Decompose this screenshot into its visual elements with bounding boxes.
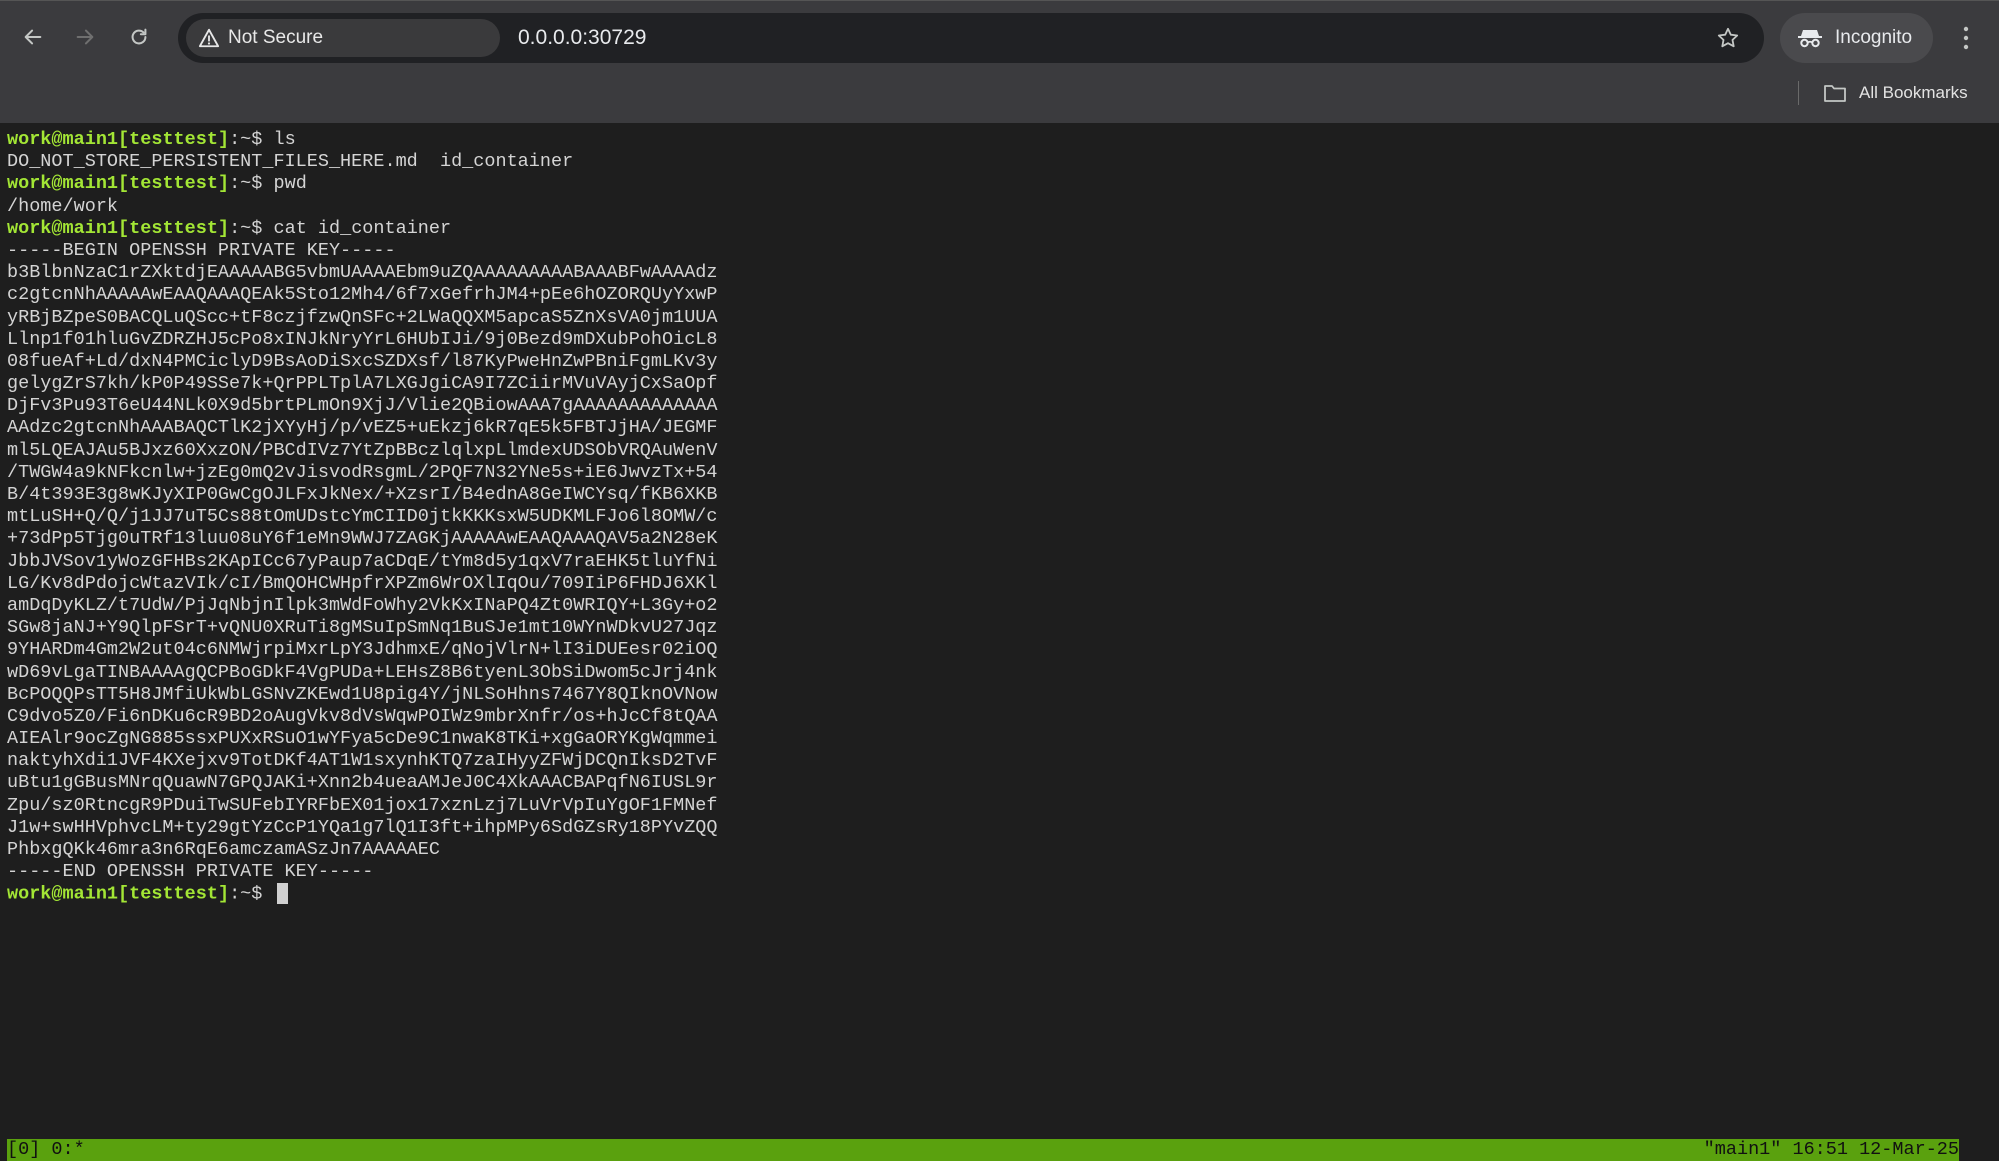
output-line: -----BEGIN OPENSSH PRIVATE KEY----- [7, 239, 396, 261]
tmux-status-bar: [0] 0:* "main1" 16:51 12-Mar-25 [7, 1139, 1959, 1161]
more-menu-icon[interactable] [1954, 25, 1978, 51]
terminal-pane[interactable]: work@main1[testtest]:~$ ls DO_NOT_STORE_P… [0, 123, 1999, 1161]
prompt-user: work@main1 [7, 129, 119, 150]
warning-icon [198, 28, 220, 48]
security-chip[interactable]: Not Secure [186, 19, 500, 57]
output-line: B/4t393E3g8wKJyXIP0GwCgOJLFxJkNex/+XzsrI… [7, 484, 718, 505]
output-line: /TWGW4a9kNFkcnlw+jzEg0mQ2vJisvodRsgmL/2P… [7, 461, 718, 483]
output-line: mtLuSH+Q/Q/j1JJ7uT5Cs88tOmUDstcYmCIID0jt… [7, 506, 718, 528]
output-line: AAdzc2gtcnNhAAABAQCTlK2jXYyHj/p/vEZ5+uEk… [7, 417, 718, 439]
output-line: amDqDyKLZ/t7UdW/PjJqNbjnIlpk3mWdFoWhy2Vk… [7, 594, 718, 616]
output-line: LG/Kv8dPdojcWtazVIk/cI/BmQOHCWHpfrXPZm6W… [7, 572, 718, 594]
prompt-user: work@main1 [7, 173, 119, 195]
output-line: -----END OPENSSH PRIVATE KEY----- [7, 861, 374, 883]
all-bookmarks-button[interactable]: All Bookmarks [1823, 81, 1968, 105]
output-line: /home/work [7, 195, 119, 217]
prompt-path: :~$ [229, 883, 274, 905]
security-label: Not Secure [228, 27, 324, 48]
output-line: c2gtcnNhAAAAAwEAAQAAAQEAk5Sto12Mh4/6f7xG… [7, 284, 718, 306]
prompt-line: work@main1[testtest]:~$ [7, 883, 718, 905]
reload-icon [131, 28, 147, 45]
command-text: pwd [273, 173, 307, 195]
output-line: C9dvo5Z0/Fi6nDKu6cR9BD2oAugVkv8dVsWqwPOI… [7, 705, 718, 727]
arrow-right-icon [76, 29, 94, 45]
output-line: b3BlbnNzaC1rZXktdjEAAAAABG5vbmUAAAAEbm9u… [7, 262, 718, 284]
browser-chrome: Not Secure 0.0.0.0:30729 Incognito All B… [0, 0, 1999, 123]
command-text: cat id_container [273, 217, 452, 239]
prompt-session: [testtest] [118, 217, 230, 239]
output-line: J1w+swHHVphvcLM+ty29gtYzCcP1YQa1g7lQ1I3f… [7, 816, 718, 838]
arrow-left-icon [24, 29, 42, 45]
output-line: naktyhXdi1JVF4KXejxv9TotDKf4AT1W1sxynhKT… [7, 750, 718, 772]
output-line: DjFv3Pu93T6eU44NLk0X9d5brtPLmOn9XjJ/Vlie… [7, 395, 718, 417]
output-line: gelygZrS7kh/kP0P49SSe7k+QrPPLTplA7LXGJgi… [7, 373, 718, 395]
output-line: 08fueAf+Ld/dxN4PMCiclyD9BsAoDiSxcSZDXsf/… [7, 350, 718, 372]
output-line: PhbxgQKk46mra3n6RqE6amczamASzJn7AAAAAEC [7, 839, 440, 860]
tmux-window-list: [0] 0:* [7, 1139, 85, 1160]
output-line: 9YHARDm4Gm2W2ut04c6NMWjrpiMxrLpY3JdhmxE/… [7, 639, 718, 661]
address-bar[interactable]: Not Secure 0.0.0.0:30729 [178, 13, 1764, 63]
prompt-user: work@main1 [7, 883, 119, 905]
incognito-icon [1798, 30, 1822, 48]
prompt-path: :~$ [229, 217, 274, 239]
prompt-session: [testtest] [118, 129, 230, 150]
output-line: uBtu1gGBusMNrqQuawN7GPQJAKi+Xnn2b4ueaAMJ… [7, 772, 718, 794]
prompt-line: work@main1[testtest]:~$ ls [7, 129, 718, 151]
folder-icon [1824, 85, 1846, 102]
command-text: ls [273, 129, 296, 150]
tmux-session-info: "main1" 16:51 12-Mar-25 [1703, 1139, 1959, 1160]
output-line: AIEAlr9ocZgNG885ssxPUXxRSuO1wYFya5cDe9C1… [7, 728, 718, 750]
output-line: Llnp1f01hluGvZDRZHJ5cPo8xINJkNryYrL6HUbI… [7, 328, 718, 350]
reload-button[interactable] [124, 22, 154, 52]
output-line: yRBjBZpeS0BACQLuQScc+tF8czjfzwQnSFc+2LWa… [7, 306, 718, 328]
output-line: DO_NOT_STORE_PERSISTENT_FILES_HERE.md id… [7, 151, 574, 173]
all-bookmarks-label: All Bookmarks [1859, 83, 1968, 102]
terminal-cursor [277, 883, 289, 905]
output-line: +73dPp5Tjg0uTRf13luu08uY6f1eMn9WWJ7ZAGKj… [7, 528, 718, 550]
prompt-user: work@main1 [7, 217, 119, 239]
prompt-session: [testtest] [118, 883, 230, 905]
bookmark-star-icon[interactable] [1716, 26, 1740, 50]
prompt-path: :~$ [229, 129, 274, 150]
forward-button[interactable] [70, 22, 100, 52]
output-line: ml5LQEAJAu5BJxz60XxzON/PBCdIVz7YtZpBBczl… [7, 439, 718, 461]
output-line: JbbJVSov1yWozGFHBs2KApICc67yPaup7aCDqE/t… [7, 550, 718, 572]
bookmarks-divider [1798, 81, 1799, 105]
incognito-chip[interactable]: Incognito [1780, 13, 1933, 63]
output-line: BcPOQQPsTT5H8JMfiUkWbLGSNvZKEwd1U8pig4Y/… [7, 683, 718, 705]
url-text[interactable]: 0.0.0.0:30729 [518, 13, 646, 63]
output-line: SGw8jaNJ+Y9QlpFSrT+vQNU0XRuTi8gMSuIpSmNq… [7, 617, 718, 639]
incognito-label: Incognito [1835, 27, 1913, 48]
prompt-line: work@main1[testtest]:~$ cat id_container [7, 218, 718, 240]
prompt-path: :~$ [229, 173, 274, 195]
output-line: wD69vLgaTINBAAAAgQCPBoGDkF4VgPUDa+LEHsZ8… [7, 661, 718, 683]
prompt-session: [testtest] [118, 173, 230, 195]
output-line: Zpu/sz0RtncgR9PDuiTwSUFebIYRFbEX01jox17x… [7, 794, 718, 816]
terminal-output[interactable]: work@main1[testtest]:~$ ls DO_NOT_STORE_P… [7, 129, 718, 906]
back-button[interactable] [18, 22, 48, 52]
prompt-line: work@main1[testtest]:~$ pwd [7, 173, 718, 195]
